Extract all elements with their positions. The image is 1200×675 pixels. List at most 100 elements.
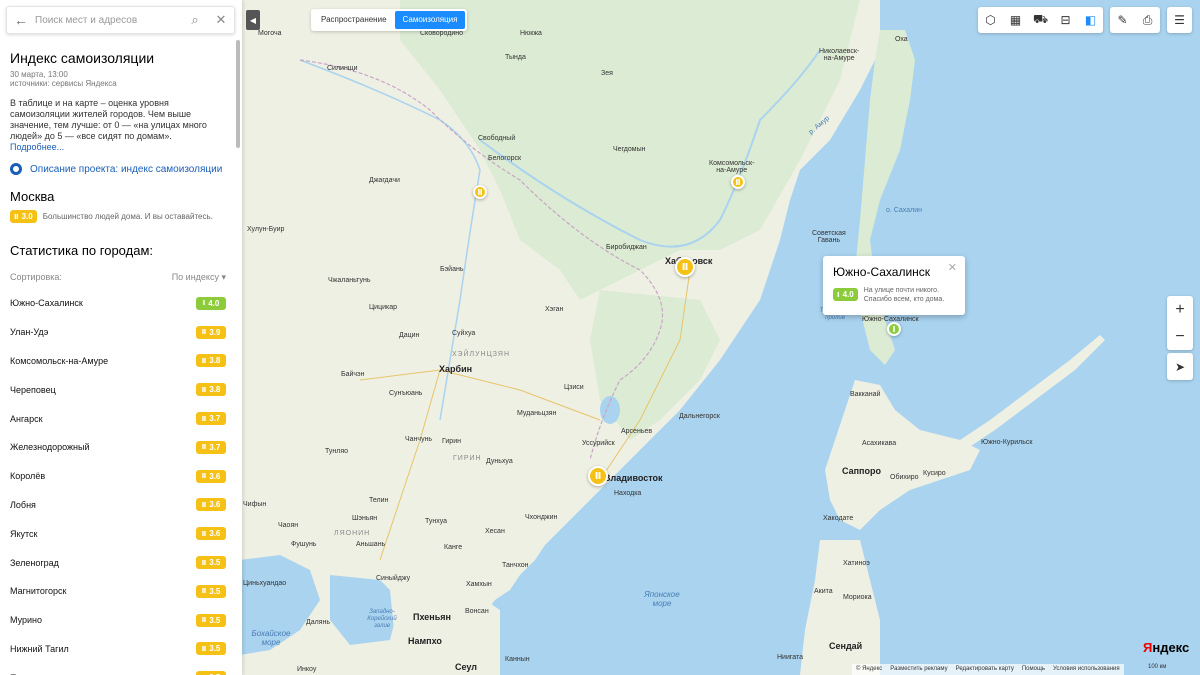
map-layer-icon[interactable]: ⬡ — [978, 7, 1003, 33]
map-label: Саппоро — [842, 466, 881, 476]
popup-close-icon[interactable]: ✕ — [948, 261, 957, 274]
map-label: Канге — [444, 544, 463, 551]
back-arrow-icon[interactable]: ← — [7, 12, 35, 28]
index-value: 3.5 — [209, 644, 221, 654]
city-marker[interactable]: Ⅱ — [473, 185, 487, 199]
popup-title: Южно-Сахалинск — [833, 265, 931, 279]
help-link[interactable]: Помощь — [1022, 666, 1045, 673]
city-row[interactable]: Южно-Сахалинск Ⅰ 4.0 — [10, 289, 226, 318]
map-label: Циньхуандао — [243, 580, 287, 587]
city-name: Якутск — [10, 528, 38, 539]
edit-map-link[interactable]: Редактировать карту — [956, 666, 1014, 673]
people-icon: Ⅱ — [201, 473, 207, 481]
project-link[interactable]: Описание проекта: индекс самоизоляции — [10, 163, 226, 175]
map-label: Чифын — [243, 501, 267, 508]
city-row[interactable]: Комсомольск-на-Амуре Ⅱ 3.8 — [10, 347, 226, 376]
traffic-icon[interactable]: ⛟ — [1028, 7, 1053, 33]
ad-link[interactable]: Разместить рекламу — [890, 666, 947, 673]
map-label: Бохайское море — [251, 629, 291, 647]
article-date: 30 марта, 13:00 — [10, 70, 68, 79]
city-row[interactable]: Череповец Ⅱ 3.8 — [10, 375, 226, 404]
people-icon: Ⅰ — [202, 300, 206, 308]
city-row[interactable]: ПодольскⅡ3.5 — [10, 663, 226, 675]
city-name: Лобня — [10, 499, 36, 510]
panel-content: Индекс самоизоляции 30 марта, 13:00 исто… — [0, 40, 236, 675]
city-row[interactable]: Нижний Тагил Ⅱ 3.5 — [10, 635, 226, 664]
city-row[interactable]: Улан-Удэ Ⅱ 3.9 — [10, 318, 226, 347]
city-row[interactable]: Якутск Ⅱ 3.6 — [10, 519, 226, 548]
map-label: Синыйджу — [376, 575, 411, 582]
scrollbar[interactable] — [236, 40, 240, 148]
map-label: Аньшань — [356, 541, 386, 548]
map-label: Дуньхуа — [486, 458, 513, 465]
map-label: Джагдачи — [369, 177, 400, 184]
sort-dropdown[interactable]: По индексу ▾ — [172, 272, 226, 283]
city-row[interactable]: Мурино Ⅱ 3.5 — [10, 606, 226, 635]
map-label: Чхонджин — [525, 514, 558, 521]
menu-icon[interactable]: ☰ — [1167, 7, 1192, 33]
index-badge: Ⅱ 3.0 — [10, 210, 37, 223]
city-row[interactable]: Магнитогорск Ⅱ 3.5 — [10, 577, 226, 606]
article-description: В таблице и на карте – оценка уровня сам… — [10, 98, 226, 153]
map-label: Чжаланьтунь — [328, 277, 371, 284]
panorama-icon[interactable]: ▦ — [1003, 7, 1028, 33]
map-label: Могоча — [258, 30, 282, 37]
map-label: Южно-Курильск — [981, 439, 1033, 446]
index-badge: Ⅰ 4.0 — [833, 288, 858, 301]
map-label: Советская Гавань — [812, 230, 846, 244]
sort-row: Сортировка: По индексу ▾ — [10, 272, 226, 283]
city-row[interactable]: Королёв Ⅱ 3.6 — [10, 462, 226, 491]
city-row[interactable]: Зеленоград Ⅱ 3.5 — [10, 548, 226, 577]
index-badge: Ⅱ 3.8 — [196, 354, 226, 368]
map-label: Тунляо — [325, 448, 349, 455]
collapse-panel-button[interactable]: ◀ — [246, 10, 260, 30]
popup-text: На улице почти никого. Спасибо всем, кто… — [863, 287, 945, 303]
city-row[interactable]: Железнодорожный Ⅱ 3.7 — [10, 433, 226, 462]
print-icon[interactable]: ⎙ — [1135, 7, 1160, 33]
map-label: Гирин — [442, 438, 461, 445]
city-marker-selected[interactable]: Ⅰ — [887, 322, 901, 336]
map-label: Ниигата — [777, 654, 804, 661]
geolocation-icon[interactable]: ➤ — [1167, 353, 1193, 380]
tools-toolbar: ✎ ⎙ — [1110, 7, 1160, 33]
search-input[interactable] — [35, 8, 182, 32]
ruler-icon[interactable]: ✎ — [1110, 7, 1135, 33]
index-value: 3.0 — [21, 212, 33, 221]
transport-icon[interactable]: ⊟ — [1053, 7, 1078, 33]
map-label: Оха — [895, 36, 908, 43]
people-icon: Ⅱ — [201, 617, 207, 625]
people-icon: Ⅱ — [201, 559, 207, 567]
yandex-logo[interactable]: Яндекс — [1143, 640, 1189, 655]
search-icon[interactable]: ⌕ — [182, 12, 208, 28]
map-footer: © Яндекс Разместить рекламу Редактироват… — [852, 664, 1124, 675]
map-label: Муданьцзян — [517, 410, 557, 417]
copyright[interactable]: © Яндекс — [856, 666, 882, 673]
toggle-isolation[interactable]: Самоизоляция — [394, 11, 466, 29]
popup-row: Ⅰ 4.0 На улице почти никого. Спасибо всем… — [833, 286, 955, 304]
map-label: Дальнегорск — [679, 413, 720, 420]
index-value: 3.9 — [209, 327, 221, 337]
toggle-spread[interactable]: Распространение — [313, 11, 395, 29]
map-label: Николаевск- на-Амуре — [819, 48, 860, 62]
layer-toggle: Распространение Самоизоляция — [311, 9, 468, 31]
city-marker[interactable]: Ⅱ — [675, 257, 695, 277]
city-row[interactable]: Ангарск Ⅱ 3.7 — [10, 404, 226, 433]
city-row[interactable]: Лобня Ⅱ 3.6 — [10, 491, 226, 520]
more-link[interactable]: Подробнее... — [10, 142, 64, 152]
moscow-text: Большинство людей дома. И вы оставайтесь… — [42, 212, 213, 221]
zoom-in-button[interactable]: + — [1167, 296, 1193, 323]
city-marker[interactable]: Ⅱ — [588, 466, 608, 486]
moscow-heading: Москва — [10, 189, 55, 204]
zoom-out-button[interactable]: − — [1167, 323, 1193, 350]
city-marker[interactable]: Ⅱ — [731, 175, 745, 189]
article-title: Индекс самоизоляции — [10, 50, 155, 66]
map-label: Уссурийск — [582, 440, 615, 447]
terms-link[interactable]: Условия использования — [1053, 666, 1120, 673]
map-label: Чаоян — [278, 522, 299, 529]
index-value: 3.5 — [209, 586, 221, 596]
layers-icon[interactable]: ◧ — [1078, 7, 1103, 33]
map-label: Чанчунь — [405, 436, 433, 443]
close-icon[interactable]: ✕ — [208, 12, 234, 28]
city-name: Череповец — [10, 384, 56, 395]
index-badge: Ⅱ3.5 — [196, 613, 226, 627]
